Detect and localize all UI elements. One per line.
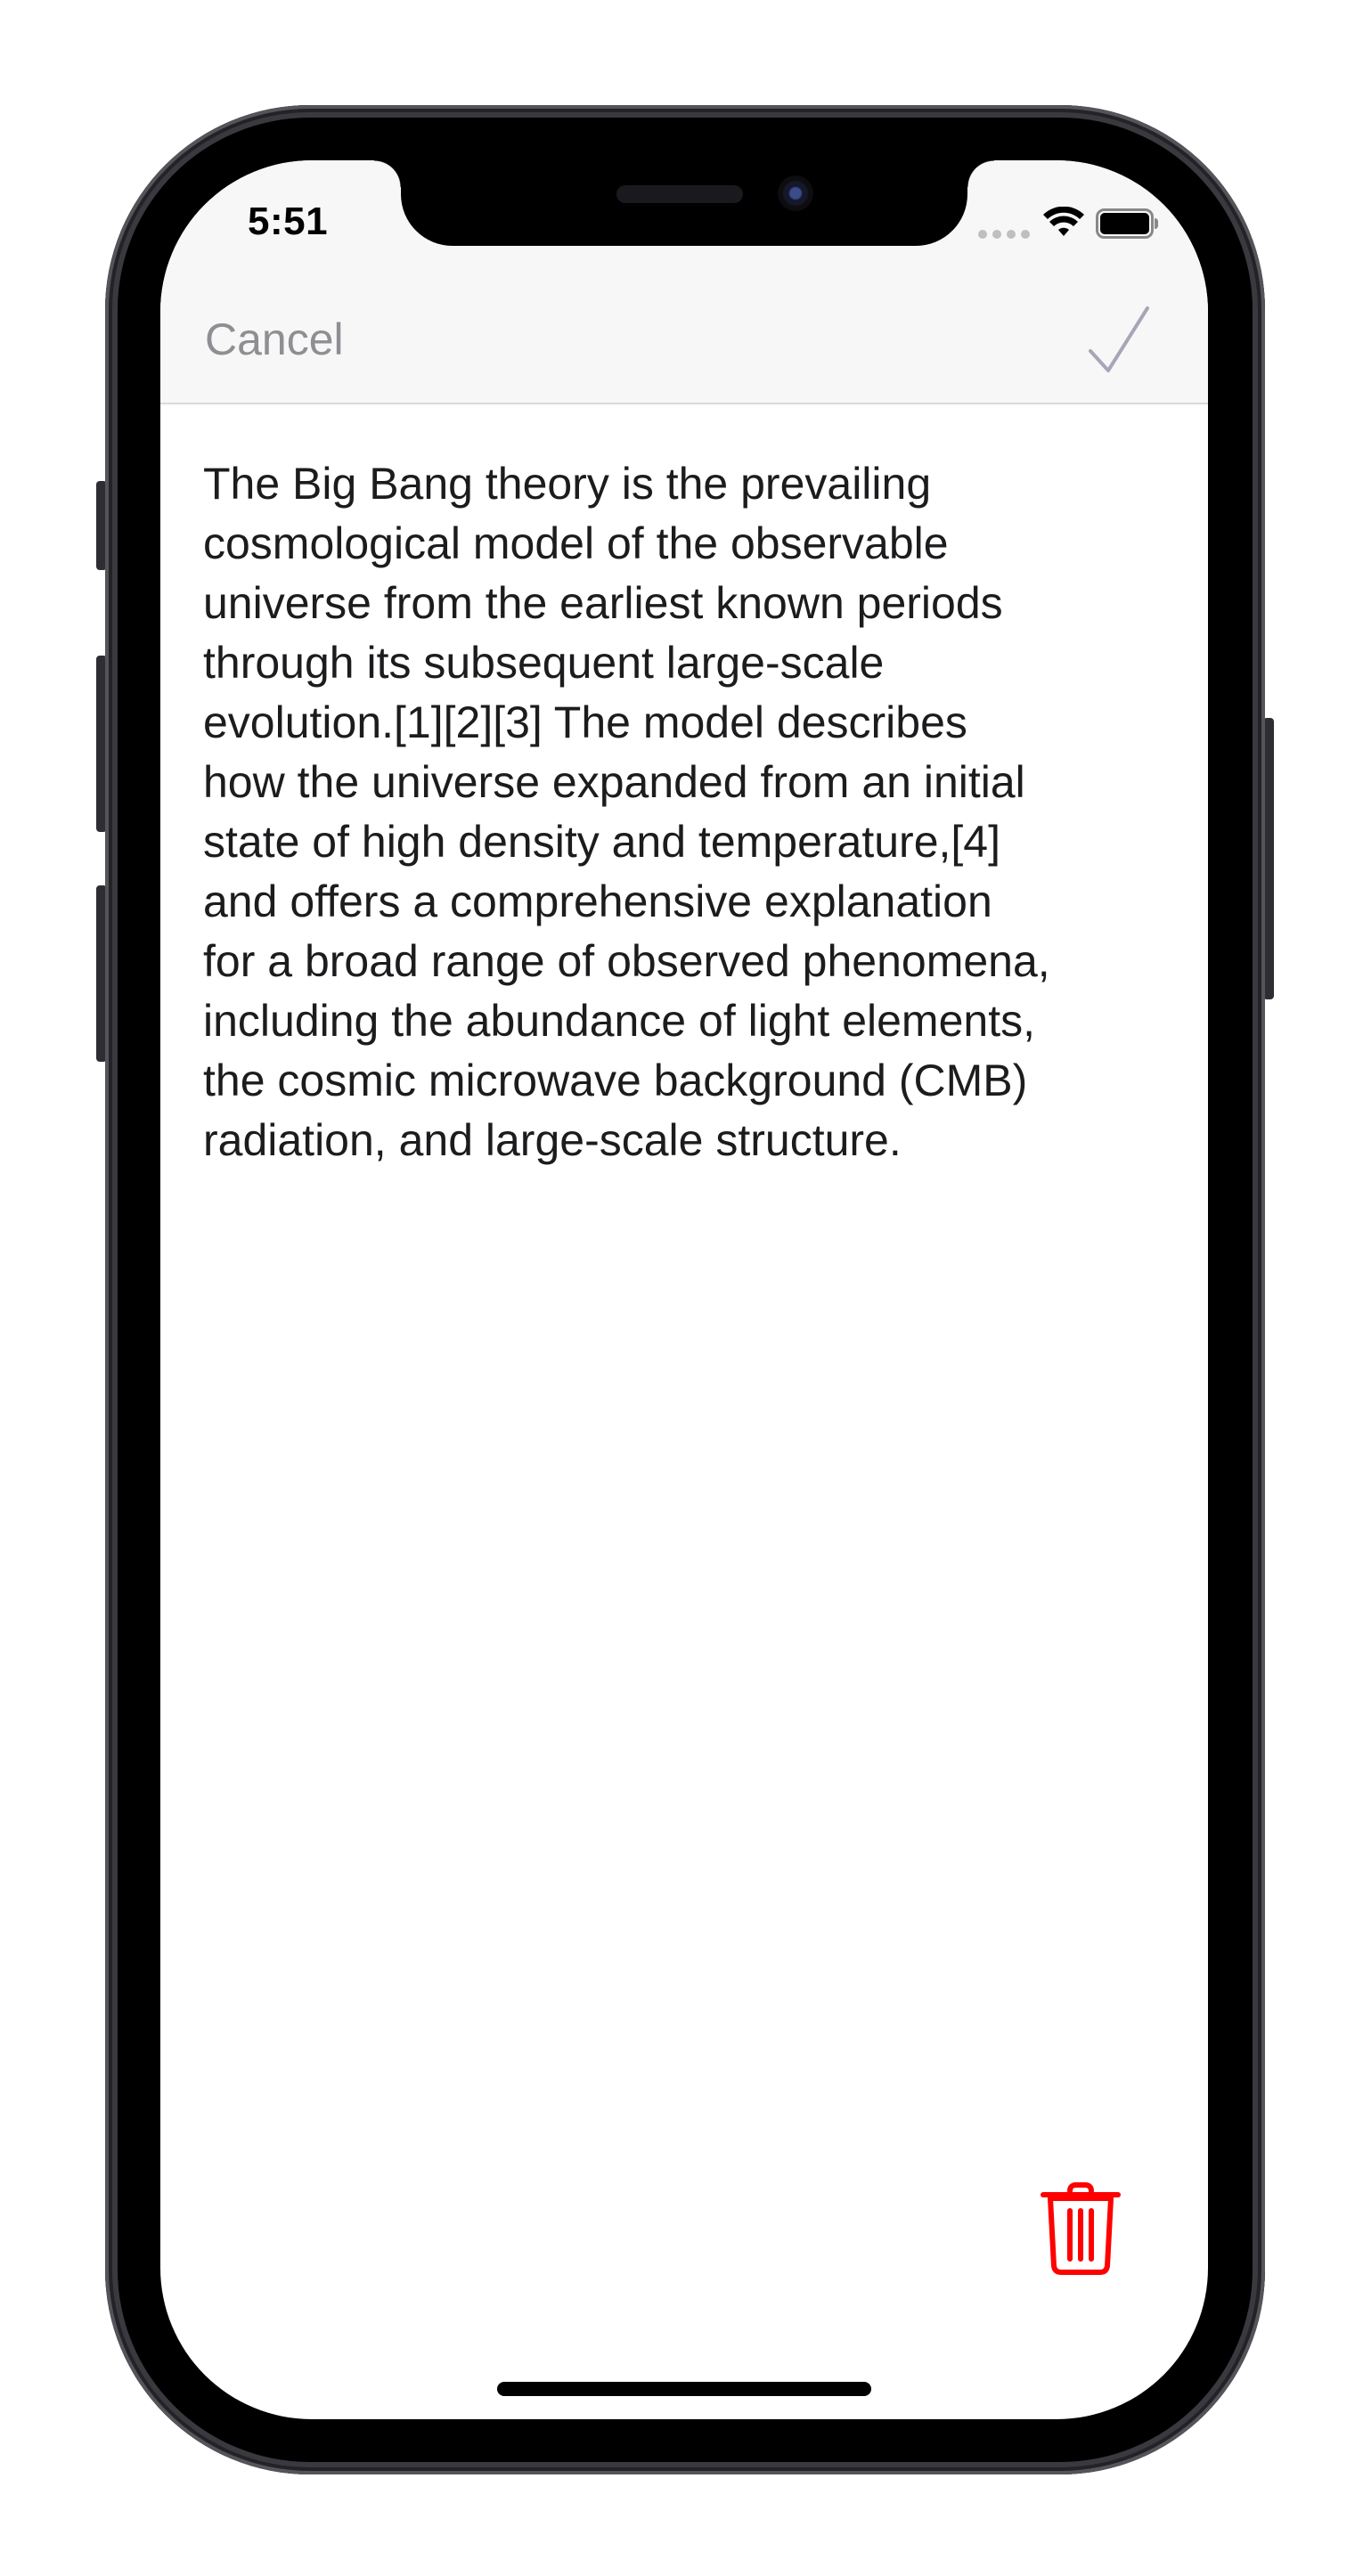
cancel-button[interactable]: Cancel (205, 314, 344, 365)
signal-dots-icon (978, 230, 1030, 239)
speaker-grille (616, 185, 743, 203)
wifi-icon (1043, 207, 1084, 236)
home-indicator[interactable] (497, 2382, 871, 2396)
screen: 5:51 Cancel The Big Bang theory is the p… (160, 160, 1208, 2419)
notch (374, 160, 994, 246)
navigation-bar: Cancel (160, 276, 1208, 404)
status-time: 5:51 (248, 200, 329, 243)
device-mockup: 5:51 Cancel The Big Bang theory is the p… (0, 0, 1363, 2576)
trash-icon[interactable] (1038, 2181, 1123, 2277)
checkmark-icon[interactable] (1083, 299, 1153, 379)
front-camera (778, 175, 813, 211)
battery-icon (1096, 208, 1158, 239)
note-text-view[interactable]: The Big Bang theory is the prevailing co… (203, 454, 1174, 1170)
